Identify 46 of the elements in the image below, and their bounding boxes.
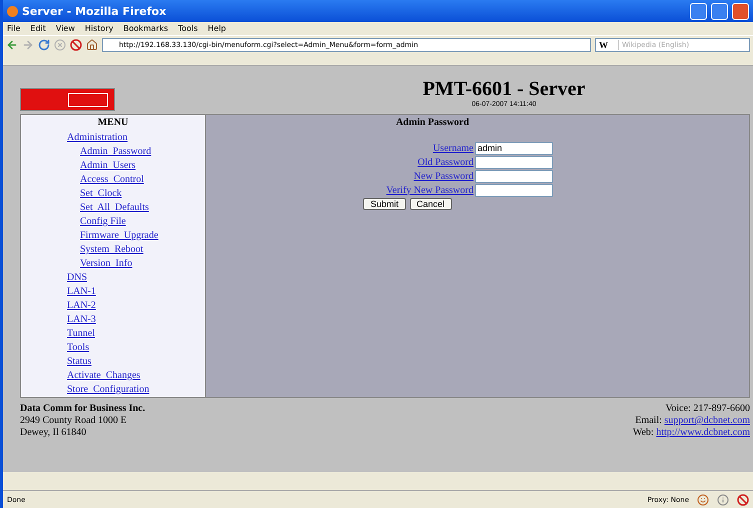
menu-item[interactable]: History <box>84 24 114 33</box>
menu-link[interactable]: System Reboot <box>80 243 144 257</box>
menu-link[interactable]: DNS <box>67 271 88 285</box>
web-link[interactable]: http://www.dcbnet.com <box>656 427 750 438</box>
menu-link[interactable]: Admin Users <box>80 159 136 173</box>
menu-item[interactable]: Help <box>208 24 226 33</box>
menu-item[interactable]: Edit <box>30 24 46 33</box>
voice-number: Voice: 217-897-6600 <box>665 403 750 415</box>
menu-link[interactable]: LAN-3 <box>67 313 96 327</box>
menu-link[interactable]: Activate Changes <box>67 369 140 383</box>
menu-link[interactable]: Administration <box>67 131 128 145</box>
menu-link[interactable]: Version Info <box>80 257 132 271</box>
field-label[interactable]: Username <box>432 142 474 154</box>
menu-item[interactable]: File <box>7 24 20 33</box>
field-label[interactable]: Verify New Password <box>386 184 474 196</box>
company-name: Data Comm for Business Inc. <box>20 403 146 415</box>
address-line: Dewey, Il 61840 <box>20 427 86 439</box>
search-engine[interactable]: W <box>596 40 619 50</box>
web-label: Web: <box>632 427 654 438</box>
menu-link[interactable]: Admin Password <box>80 145 152 159</box>
menu-heading: MENU <box>96 117 130 130</box>
menu-link[interactable]: Firmware Upgrade <box>80 229 158 243</box>
form-button[interactable]: Cancel <box>410 198 452 210</box>
menu-item[interactable]: View <box>56 24 75 33</box>
menu-link[interactable]: Store Configuration <box>67 383 150 397</box>
page-title: PMT-6601 - Server <box>422 78 586 101</box>
menu-link[interactable]: LAN-1 <box>67 285 96 299</box>
menu-link[interactable]: Set All Defaults <box>80 201 149 215</box>
email-label: Email: <box>635 415 662 426</box>
window-title: Server - Mozilla Firefox <box>22 4 168 18</box>
menu-link[interactable]: Config File <box>80 215 126 229</box>
menu-link[interactable]: Access Control <box>80 173 144 187</box>
menu-link[interactable]: Set Clock <box>80 187 122 201</box>
menu-link[interactable]: Status <box>67 355 92 369</box>
form-button[interactable]: Submit <box>363 198 406 210</box>
email-link[interactable]: support@dcbnet.com <box>664 415 750 426</box>
address-line: 2949 County Road 1000 E <box>20 415 127 427</box>
input-field[interactable]: admin <box>474 142 552 154</box>
menu-link[interactable]: Tunnel <box>67 327 95 341</box>
form-heading: Admin Password <box>396 117 470 128</box>
menu-item[interactable]: Tools <box>178 24 198 33</box>
menu-item[interactable]: Bookmarks <box>123 24 168 33</box>
menu-link[interactable]: Tools <box>67 341 90 355</box>
field-label[interactable]: New Password <box>414 170 474 182</box>
field-label[interactable]: Old Password <box>418 156 474 168</box>
menu-link[interactable]: LAN-2 <box>67 299 96 313</box>
